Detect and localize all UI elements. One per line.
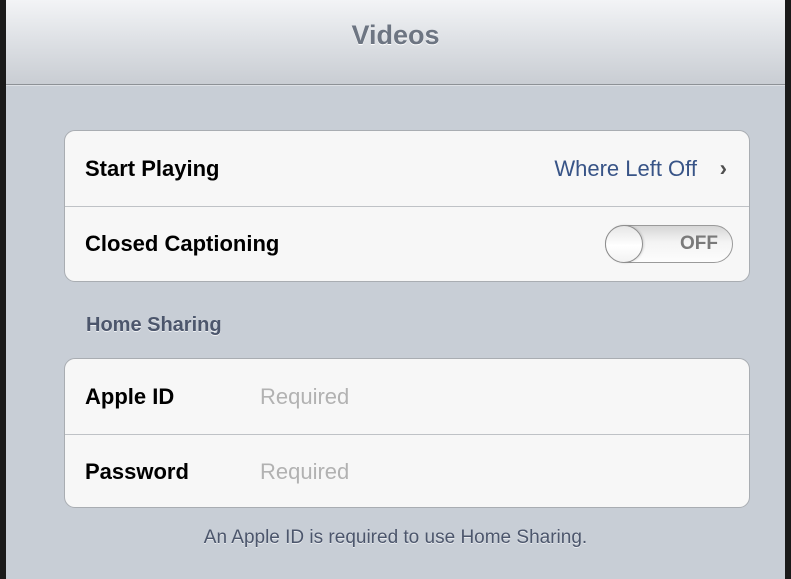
home-sharing-group: Apple ID Password (64, 358, 750, 508)
chevron-right-icon: › (719, 154, 727, 180)
start-playing-row[interactable]: Start Playing Where Left Off › (65, 131, 749, 206)
toggle-knob (605, 225, 643, 263)
page-title: Videos (351, 20, 440, 50)
home-sharing-footer-note: An Apple ID is required to use Home Shar… (203, 527, 588, 548)
toggle-state-text: OFF (680, 233, 718, 254)
password-row: Password (65, 434, 749, 507)
password-field[interactable] (260, 456, 729, 488)
apple-id-field[interactable] (260, 380, 729, 413)
password-label: Password (85, 459, 189, 484)
playback-settings-group: Start Playing Where Left Off › Closed Ca… (64, 130, 750, 282)
apple-id-row: Apple ID (65, 359, 749, 434)
start-playing-value: Where Left Off (554, 155, 697, 181)
navigation-bar: Videos (6, 0, 785, 85)
apple-id-label: Apple ID (85, 383, 175, 409)
closed-captioning-toggle[interactable]: OFF (605, 225, 733, 263)
closed-captioning-label: Closed Captioning (85, 231, 280, 256)
closed-captioning-row: Closed Captioning OFF (65, 206, 749, 281)
home-sharing-header: Home Sharing (86, 314, 222, 336)
start-playing-label: Start Playing (85, 155, 220, 181)
settings-page: Videos Start Playing Where Left Off › Cl… (0, 0, 791, 579)
